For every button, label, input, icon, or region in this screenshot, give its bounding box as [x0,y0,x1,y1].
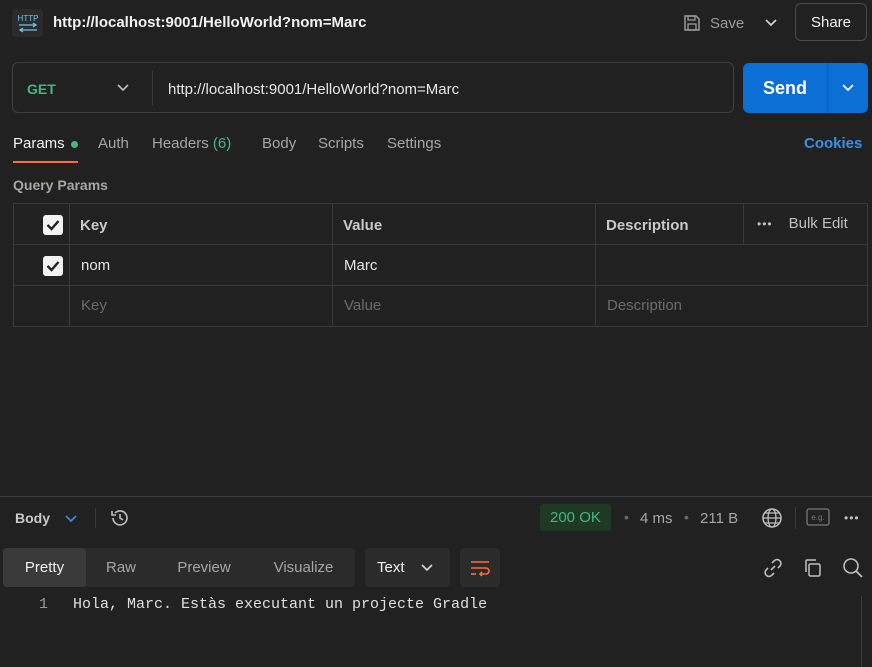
copy-icon[interactable] [802,557,824,579]
divider [595,204,596,326]
divider [743,204,744,244]
headers-count: (6) [212,135,232,152]
search-icon[interactable] [842,557,864,579]
cookies-link[interactable]: Cookies [804,135,862,152]
share-button[interactable]: Share [795,3,867,41]
tab-headers-label: Headers [152,135,209,152]
method-select[interactable]: GET [27,81,56,97]
tab-headers[interactable]: Headers (6) [152,135,231,152]
example-icon[interactable]: e.g. [806,508,830,526]
save-label: Save [710,14,745,32]
globe-icon[interactable] [761,507,783,529]
separator-dot: • [624,509,629,525]
active-tab-indicator [13,161,78,163]
divider [14,244,867,245]
format-label: Text [377,559,405,576]
tab-preview[interactable]: Preview [156,548,252,587]
chevron-down-icon[interactable] [64,511,78,525]
history-icon[interactable] [109,507,131,529]
scrollbar[interactable] [861,596,862,667]
new-description-field[interactable]: Description [607,297,682,314]
format-select[interactable]: Text [365,548,450,587]
wrap-lines-icon [471,560,490,577]
line-number: 1 [39,596,49,613]
response-body-label[interactable]: Body [15,510,50,526]
tab-auth[interactable]: Auth [98,135,129,152]
column-header-value: Value [343,217,383,234]
chevron-down-icon [765,19,777,27]
response-size[interactable]: 211 B [700,510,738,527]
url-input[interactable]: http://localhost:9001/HelloWorld?nom=Mar… [168,81,459,98]
tab-scripts[interactable]: Scripts [318,135,364,152]
new-key-field[interactable]: Key [81,297,107,314]
select-all-checkbox[interactable] [43,215,63,235]
pane-divider[interactable] [0,496,872,497]
save-icon [684,15,700,31]
response-time[interactable]: 4 ms [640,510,673,527]
divider [14,285,867,286]
checkmark-icon [46,220,60,231]
svg-text:HTTP: HTTP [17,14,38,23]
divider [69,204,70,326]
send-button-group: Send [743,63,868,113]
tab-settings[interactable]: Settings [387,135,441,152]
send-options-button[interactable] [828,63,868,113]
send-button[interactable]: Send [743,63,827,113]
url-bar: GET http://localhost:9001/HelloWorld?nom… [12,62,734,113]
params-active-dot [70,140,78,148]
checkmark-icon [46,261,60,272]
divider [95,508,96,528]
params-table: Key Value Description ••• Bulk Edit nom … [13,203,868,327]
request-title[interactable]: http://localhost:9001/HelloWorld?nom=Mar… [53,14,367,31]
param-checkbox[interactable] [43,256,63,276]
divider [795,507,796,529]
column-header-description: Description [606,217,689,234]
svg-text:e.g.: e.g. [811,513,824,522]
link-icon[interactable] [762,557,784,579]
tab-body[interactable]: Body [262,135,296,152]
tab-params-label: Params [13,135,65,152]
wrap-lines-button[interactable] [460,548,500,587]
bulk-edit-label: Bulk Edit [788,215,848,232]
divider [152,71,153,105]
separator-dot: • [684,509,689,525]
chevron-down-icon [842,84,854,92]
save-button[interactable]: Save [682,10,744,36]
new-value-field[interactable]: Value [344,297,381,314]
chevron-down-icon[interactable] [117,84,129,92]
tab-pretty[interactable]: Pretty [3,548,86,587]
response-view-tabs: Pretty Raw Preview Visualize [3,548,355,587]
more-icon: ••• [757,216,773,231]
more-options-icon[interactable]: ••• [844,511,860,525]
param-value-field[interactable]: Marc [344,257,377,274]
code-line: Hola, Marc. Estàs executant un projecte … [73,596,488,613]
chevron-down-icon [420,563,433,571]
http-request-icon: HTTP [12,9,43,37]
param-key-field[interactable]: nom [81,257,110,274]
divider [332,204,333,326]
status-badge[interactable]: 200 OK [540,504,611,531]
tab-visualize[interactable]: Visualize [252,548,355,587]
query-params-title: Query Params [13,177,108,193]
column-header-key: Key [80,217,108,234]
tab-raw[interactable]: Raw [86,548,156,587]
bulk-edit-button[interactable]: ••• Bulk Edit [757,215,848,232]
tab-params[interactable]: Params [13,135,78,152]
save-options-button[interactable] [757,8,785,38]
